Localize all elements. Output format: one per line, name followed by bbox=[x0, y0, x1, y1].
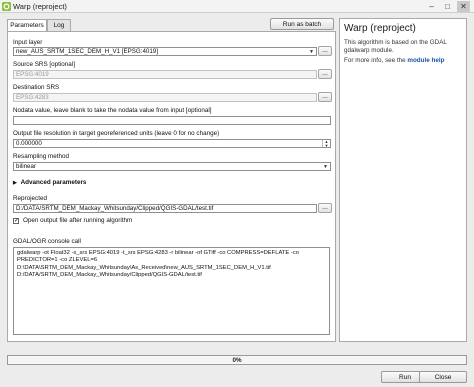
help-description: This algorithm is based on the GDAL gdal… bbox=[344, 39, 447, 54]
source-srs-label: Source SRS [optional] bbox=[13, 61, 75, 68]
chevron-down-icon: ▼ bbox=[309, 49, 314, 55]
reprojected-output-field[interactable]: D:/DATA/SRTM_DEM_Mackay_Whitsunday/Clipp… bbox=[13, 204, 317, 213]
open-output-label: Open output file after running algorithm bbox=[23, 217, 133, 224]
minimize-button[interactable]: – bbox=[425, 1, 438, 12]
resampling-label: Resampling method bbox=[13, 153, 70, 160]
window-title: Warp (reproject) bbox=[13, 2, 67, 11]
resampling-value: bilinear bbox=[16, 163, 36, 170]
resolution-spinner[interactable]: ▲ ▼ bbox=[322, 140, 330, 147]
source-srs-browse-button[interactable]: ... bbox=[318, 69, 332, 79]
help-title: Warp (reproject) bbox=[344, 23, 416, 34]
resampling-select[interactable]: bilinear ▼ bbox=[13, 162, 331, 171]
reprojected-browse-button[interactable]: ... bbox=[318, 203, 332, 213]
caret-right-icon: ▶ bbox=[13, 180, 17, 186]
reprojected-label: Reprojected bbox=[13, 195, 47, 202]
resolution-value: 0.000000 bbox=[16, 140, 42, 147]
tab-log[interactable]: Log bbox=[47, 19, 71, 31]
resolution-label: Output file resolution in target georefe… bbox=[13, 130, 220, 137]
help-more-prefix: For more info, see the bbox=[344, 57, 408, 64]
progress-text: 0% bbox=[232, 357, 242, 364]
dest-srs-field[interactable]: EPSG:4283 bbox=[13, 93, 317, 102]
help-panel: Warp (reproject) This algorithm is based… bbox=[339, 18, 467, 342]
title-bar: Warp (reproject) – □ ✕ bbox=[0, 0, 474, 13]
module-help-link[interactable]: module help bbox=[407, 57, 444, 64]
input-layer-value: new_AUS_SRTM_1SEC_DEM_H_V1 [EPSG:4019] bbox=[16, 48, 158, 55]
input-layer-label: Input layer bbox=[13, 39, 43, 46]
input-layer-select[interactable]: new_AUS_SRTM_1SEC_DEM_H_V1 [EPSG:4019] ▼ bbox=[13, 47, 317, 56]
close-window-button[interactable]: ✕ bbox=[457, 1, 470, 12]
advanced-parameters-toggle[interactable]: ▶ Advanced parameters bbox=[13, 179, 86, 186]
run-as-batch-button[interactable]: Run as batch process... bbox=[270, 18, 334, 39]
maximize-button[interactable]: □ bbox=[441, 1, 454, 12]
nodata-label: Nodata value, leave blank to take the no… bbox=[13, 107, 212, 114]
resolution-field[interactable]: 0.000000 ▲ ▼ bbox=[13, 139, 331, 148]
progress-bar: 0% bbox=[7, 355, 467, 365]
chevron-down-icon: ▼ bbox=[323, 164, 328, 170]
advanced-parameters-label: Advanced parameters bbox=[20, 179, 87, 186]
help-more-info: For more info, see the module help bbox=[344, 57, 444, 64]
source-srs-field[interactable]: EPSG:4019 bbox=[13, 70, 317, 79]
open-output-checkbox[interactable]: ✓ bbox=[13, 218, 19, 224]
console-call-text[interactable]: gdalwarp -ot Float32 -s_srs EPSG:4019 -t… bbox=[13, 247, 330, 335]
nodata-field[interactable] bbox=[13, 116, 331, 125]
console-call-label: GDAL/OGR console call bbox=[13, 238, 81, 245]
close-button[interactable]: Close bbox=[419, 371, 467, 383]
qgis-app-icon bbox=[2, 2, 11, 11]
dest-srs-browse-button[interactable]: ... bbox=[318, 92, 332, 102]
dest-srs-label: Destination SRS bbox=[13, 84, 60, 91]
input-layer-browse-button[interactable]: ... bbox=[318, 46, 332, 56]
parameters-panel: Input layer new_AUS_SRTM_1SEC_DEM_H_V1 [… bbox=[7, 31, 336, 342]
